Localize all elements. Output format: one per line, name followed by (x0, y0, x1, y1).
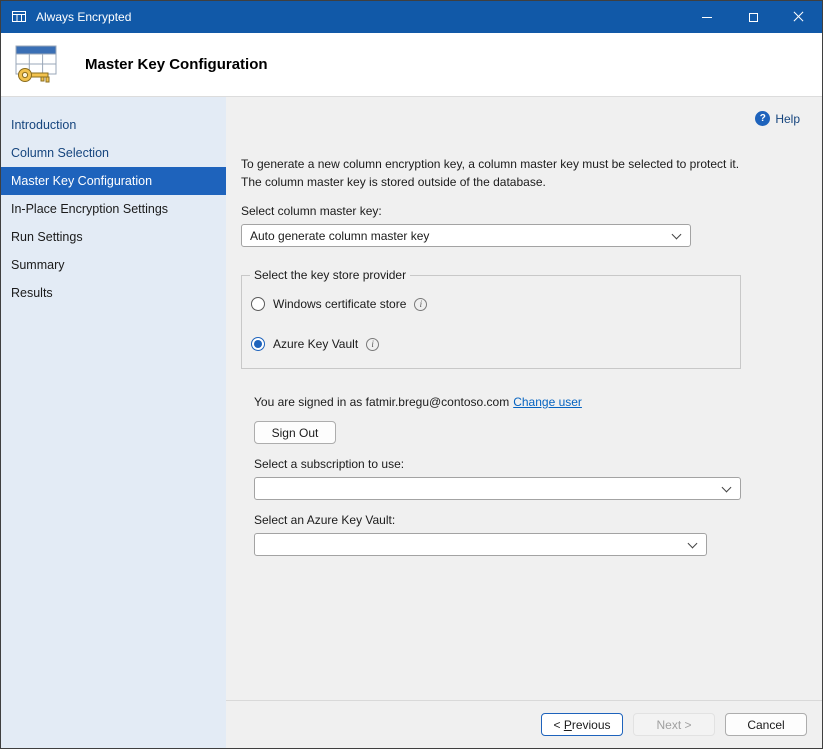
sidebar-item-column-selection[interactable]: Column Selection (1, 139, 226, 167)
azure-key-vault-section: You are signed in as fatmir.bregu@contos… (254, 395, 802, 556)
wizard-header: Master Key Configuration (1, 33, 822, 97)
table-key-icon (13, 43, 59, 87)
maximize-button[interactable] (730, 1, 776, 33)
sidebar-item-in-place-encryption[interactable]: In-Place Encryption Settings (1, 195, 226, 223)
chevron-down-icon (722, 483, 732, 493)
cancel-button[interactable]: Cancel (725, 713, 807, 736)
minimize-icon (702, 17, 712, 18)
sidebar-item-master-key-configuration[interactable]: Master Key Configuration (1, 167, 226, 195)
sidebar-item-run-settings[interactable]: Run Settings (1, 223, 226, 251)
help-link[interactable]: ? Help (755, 111, 800, 126)
sidebar-item-introduction[interactable]: Introduction (1, 111, 226, 139)
chevron-down-icon (688, 539, 698, 549)
signin-status: You are signed in as fatmir.bregu@contos… (254, 395, 802, 409)
sign-out-button[interactable]: Sign Out (254, 421, 336, 444)
sidebar-item-summary[interactable]: Summary (1, 251, 226, 279)
subscription-dropdown[interactable] (254, 477, 741, 500)
intro-text: To generate a new column encryption key,… (241, 155, 753, 191)
previous-button[interactable]: < Previous (541, 713, 623, 736)
column-master-key-value: Auto generate column master key (250, 229, 429, 243)
help-label: Help (775, 112, 800, 126)
titlebar: Always Encrypted (1, 1, 822, 33)
maximize-icon (749, 13, 758, 22)
chevron-down-icon (672, 230, 682, 240)
always-encrypted-dialog: Always Encrypted (0, 0, 823, 749)
window-title: Always Encrypted (36, 10, 131, 24)
close-button[interactable] (776, 1, 822, 33)
key-store-provider-group: Select the key store provider Windows ce… (241, 275, 741, 369)
minimize-button[interactable] (684, 1, 730, 33)
wizard-button-bar: < Previous Next > Cancel (226, 700, 822, 748)
radio-label: Azure Key Vault (273, 337, 358, 351)
page-title: Master Key Configuration (85, 56, 268, 73)
radio-label: Windows certificate store (273, 297, 406, 311)
key-vault-label: Select an Azure Key Vault: (254, 513, 802, 527)
info-icon[interactable]: i (414, 298, 427, 311)
info-icon[interactable]: i (366, 338, 379, 351)
radio-icon-unchecked (251, 297, 265, 311)
subscription-label: Select a subscription to use: (254, 457, 802, 471)
change-user-link[interactable]: Change user (513, 395, 582, 409)
key-vault-dropdown[interactable] (254, 533, 707, 556)
main-content: ? Help To generate a new column encrypti… (226, 97, 822, 700)
window-controls (684, 1, 822, 33)
wizard-steps-sidebar: Introduction Column Selection Master Key… (1, 97, 226, 748)
sidebar-item-results[interactable]: Results (1, 279, 226, 307)
master-key-label: Select column master key: (241, 204, 802, 218)
column-master-key-dropdown[interactable]: Auto generate column master key (241, 224, 691, 247)
radio-azure-key-vault[interactable]: Azure Key Vault i (251, 332, 740, 356)
app-icon (11, 9, 27, 25)
help-icon: ? (755, 111, 770, 126)
radio-windows-certificate-store[interactable]: Windows certificate store i (251, 292, 740, 316)
next-button[interactable]: Next > (633, 713, 715, 736)
signin-text: You are signed in as fatmir.bregu@contos… (254, 395, 509, 409)
key-store-provider-legend: Select the key store provider (250, 268, 410, 282)
radio-icon-checked (251, 337, 265, 351)
